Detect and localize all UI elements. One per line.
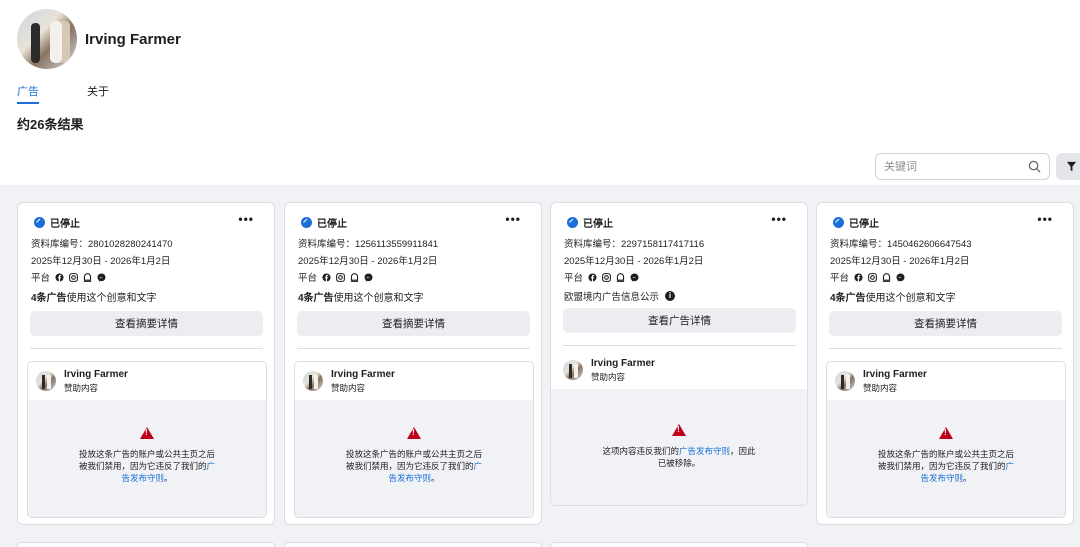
ad-policy-link[interactable]: 广告发布守则 (679, 446, 730, 456)
run-dates: 2025年12月30日 - 2026年1月2日 (830, 256, 970, 267)
ad-card-partial (550, 542, 808, 547)
divider (30, 348, 263, 349)
ad-card: 已停止 ••• 资料库编号：1256113559911841 2025年12月3… (284, 202, 542, 525)
advertiser-name[interactable]: Irving Farmer (331, 369, 395, 380)
search-icon[interactable] (1028, 160, 1041, 173)
sponsored-label: 赞助内容 (331, 382, 366, 393)
filter-icon (1066, 161, 1076, 172)
removed-notice: 投放这条广告的账户或公共主页之后被我们禁用，因为它违反了我们的广告发布守则。 (295, 426, 533, 484)
advertiser-name[interactable]: Irving Farmer (863, 369, 927, 380)
instagram-icon (868, 272, 877, 282)
view-summary-button[interactable]: 查看摘要详情 (297, 311, 530, 336)
ad-card: 已停止 ••• 资料库编号：2801028280241470 2025年12月3… (17, 202, 275, 525)
info-icon[interactable]: i (665, 291, 676, 301)
page-header: Irving Farmer (17, 9, 181, 69)
warning-icon (407, 427, 421, 439)
audience-network-icon (882, 272, 891, 282)
page-title[interactable]: Irving Farmer (85, 31, 181, 48)
page-avatar[interactable] (17, 9, 77, 69)
audience-network-icon (83, 272, 92, 282)
status-check-icon (301, 217, 312, 228)
advertiser-avatar[interactable] (563, 360, 583, 380)
instagram-icon (69, 272, 78, 282)
run-dates: 2025年12月30日 - 2026年1月2日 (31, 256, 171, 267)
status-badge: 已停止 (34, 215, 80, 230)
ad-info: 4条广告使用这个创意和文字 (298, 293, 424, 304)
removed-notice: 投放这条广告的账户或公共主页之后被我们禁用，因为它违反了我们的广告发布守则。 (28, 426, 266, 484)
advertiser-name[interactable]: Irving Farmer (64, 369, 128, 380)
filter-button[interactable] (1056, 153, 1080, 180)
tab-ads[interactable]: 广告 (17, 83, 39, 104)
removed-notice: 投放这条广告的账户或公共主页之后被我们禁用，因为它违反了我们的广告发布守则。 (827, 426, 1065, 484)
view-summary-button[interactable]: 查看摘要详情 (30, 311, 263, 336)
results-count: 约26条结果 (17, 117, 84, 132)
status-check-icon (567, 217, 578, 228)
platforms: 平台 (31, 270, 106, 284)
ad-preview: Irving Farmer 赞助内容 投放这条广告的账户或公共主页之后被我们禁用，… (826, 361, 1066, 518)
run-dates: 2025年12月30日 - 2026年1月2日 (298, 256, 438, 267)
messenger-icon (364, 273, 373, 282)
tab-bar: 广告 关于 (17, 83, 109, 104)
advertiser-name[interactable]: Irving Farmer (591, 358, 655, 369)
sponsored-label: 赞助内容 (64, 382, 99, 393)
search-box[interactable] (875, 153, 1050, 180)
more-options-button[interactable]: ••• (505, 212, 521, 226)
ad-card: 已停止 ••• 资料库编号：2297158117417116 2025年12月3… (550, 202, 808, 506)
library-id: 资料库编号：2297158117417116 (564, 239, 705, 250)
ad-card-partial (17, 542, 275, 547)
messenger-icon (97, 273, 106, 282)
tab-about[interactable]: 关于 (87, 83, 109, 104)
view-summary-button[interactable]: 查看摘要详情 (829, 311, 1062, 336)
ad-preview: Irving Farmer 赞助内容 投放这条广告的账户或公共主页之后被我们禁用，… (27, 361, 267, 518)
library-id: 资料库编号：2801028280241470 (31, 239, 173, 250)
facebook-icon (854, 272, 863, 282)
ad-info: 4条广告使用这个创意和文字 (31, 293, 157, 304)
status-badge: 已停止 (567, 215, 613, 230)
removed-notice: 这项内容违反我们的广告发布守则，因此已被移除。 (551, 423, 807, 469)
advertiser-avatar[interactable] (36, 371, 56, 391)
search-input[interactable] (884, 160, 1028, 173)
status-check-icon (34, 217, 45, 228)
facebook-icon (55, 272, 64, 282)
advertiser-avatar[interactable] (835, 371, 855, 391)
divider (297, 348, 530, 349)
status-check-icon (833, 217, 844, 228)
platforms: 平台 (298, 270, 373, 284)
library-id: 资料库编号：1450462606647543 (830, 239, 972, 250)
ad-card: 已停止 ••• 资料库编号：1450462606647543 2025年12月3… (816, 202, 1074, 525)
more-options-button[interactable]: ••• (771, 212, 787, 226)
more-options-button[interactable]: ••• (238, 212, 254, 226)
warning-icon (672, 424, 686, 436)
divider (563, 345, 796, 346)
ad-info: 4条广告使用这个创意和文字 (830, 293, 956, 304)
platforms: 平台 (830, 270, 905, 284)
warning-icon (939, 427, 953, 439)
status-badge: 已停止 (833, 215, 879, 230)
status-badge: 已停止 (301, 215, 347, 230)
run-dates: 2025年12月30日 - 2026年1月2日 (564, 256, 704, 267)
instagram-icon (336, 272, 345, 282)
advertiser-avatar[interactable] (303, 371, 323, 391)
divider (829, 348, 1062, 349)
ad-preview: Irving Farmer 赞助内容 投放这条广告的账户或公共主页之后被我们禁用，… (294, 361, 534, 518)
eu-transparency: 欧盟境内广告信息公示 i (564, 289, 676, 303)
library-id: 资料库编号：1256113559911841 (298, 239, 439, 250)
messenger-icon (630, 273, 639, 282)
warning-icon (140, 427, 154, 439)
sponsored-label: 赞助内容 (591, 371, 626, 382)
audience-network-icon (616, 272, 625, 282)
view-ad-details-button[interactable]: 查看广告详情 (563, 308, 796, 333)
ad-preview: Irving Farmer 赞助内容 这项内容违反我们的广告发布守则，因此已被移除… (551, 351, 807, 505)
instagram-icon (602, 272, 611, 282)
platforms: 平台 (564, 270, 639, 284)
audience-network-icon (350, 272, 359, 282)
facebook-icon (322, 272, 331, 282)
ad-card-partial (284, 542, 542, 547)
sponsored-label: 赞助内容 (863, 382, 898, 393)
more-options-button[interactable]: ••• (1037, 212, 1053, 226)
messenger-icon (896, 273, 905, 282)
facebook-icon (588, 272, 597, 282)
